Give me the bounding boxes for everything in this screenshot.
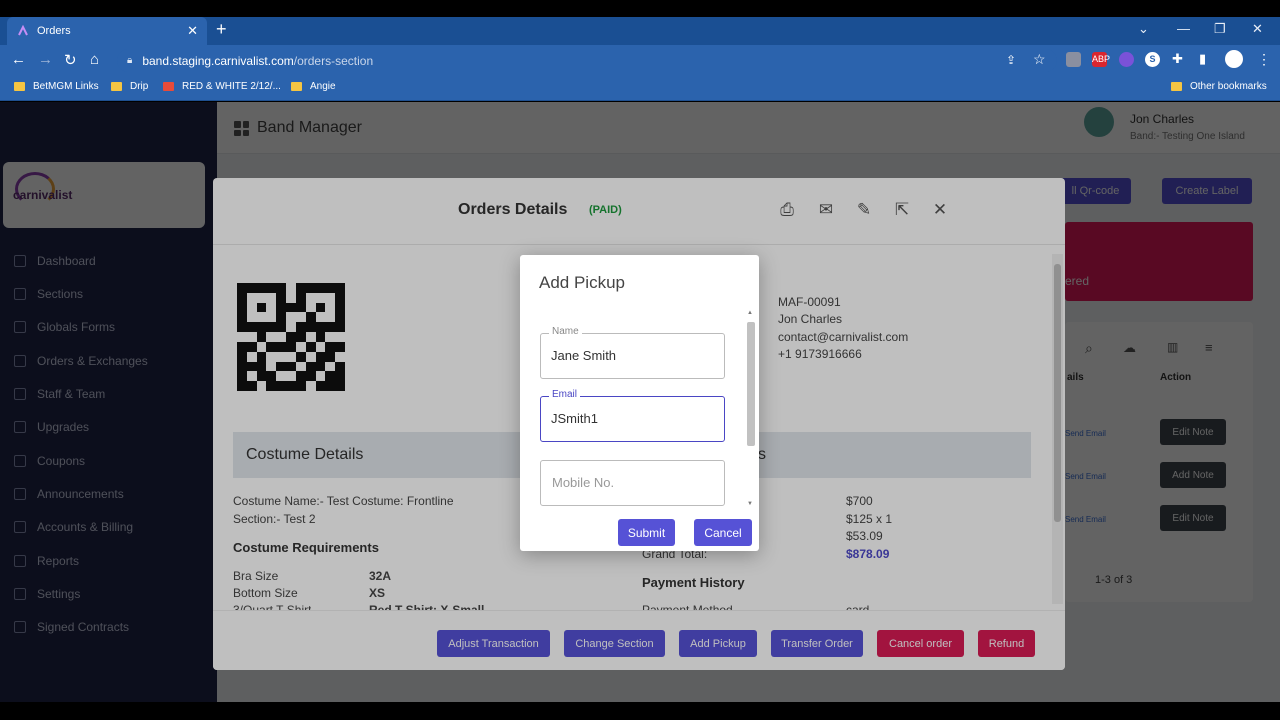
app-page: carnivalist Dashboard Sections Globals F… (0, 102, 1280, 702)
bookmark-red-white[interactable]: RED & WHITE 2/12/... (163, 81, 281, 92)
reload-icon[interactable]: ↻ (64, 51, 77, 69)
email-label: Email (549, 389, 581, 400)
name-field[interactable]: Name Jane Smith (540, 326, 725, 379)
bookmark-image-icon (163, 82, 174, 91)
browser-tab[interactable]: Orders ✕ (7, 17, 207, 45)
folder-icon (1171, 82, 1182, 91)
maximize-icon[interactable]: ❐ (1214, 21, 1226, 37)
mobile-field[interactable]: Mobile No. (540, 460, 725, 506)
add-pickup-dialog: Add Pickup Name Jane Smith Email JSmith1… (520, 255, 759, 551)
folder-icon (14, 82, 25, 91)
bookmark-label: Drip (130, 81, 149, 92)
extension-purple-icon[interactable] (1119, 52, 1134, 67)
forward-icon[interactable]: → (38, 51, 53, 68)
back-icon[interactable]: ← (11, 51, 26, 68)
bookmark-label: RED & WHITE 2/12/... (182, 81, 281, 92)
other-bookmarks[interactable]: Other bookmarks (1171, 81, 1267, 92)
mobile-placeholder: Mobile No. (552, 475, 615, 490)
dialog-title: Add Pickup (539, 273, 625, 292)
url-host: band.staging.carnivalist.com (142, 53, 294, 68)
browser-toolbar: ← → ↻ ⌂ 🔒︎ band.staging.carnivalist.com /… (0, 45, 1280, 76)
submit-button[interactable]: Submit (618, 519, 675, 546)
email-value: JSmith1 (551, 411, 598, 426)
scrollbar-thumb[interactable] (747, 322, 755, 446)
close-tab-icon[interactable]: ✕ (187, 23, 198, 39)
address-bar[interactable]: 🔒︎ band.staging.carnivalist.com/orders-s… (117, 49, 1057, 72)
home-icon[interactable]: ⌂ (90, 51, 99, 68)
name-label: Name (549, 326, 582, 337)
minimize-icon[interactable]: — (1177, 21, 1190, 36)
folder-icon (111, 82, 122, 91)
bookmark-angie[interactable]: Angie (291, 81, 336, 92)
window-close-icon[interactable]: ✕ (1252, 21, 1263, 37)
browser-tabbar: Orders ✕ + ⌄ — ❐ ✕ (0, 17, 1280, 45)
bookmark-star-icon[interactable]: ☆ (1033, 51, 1046, 68)
tab-title: Orders (37, 25, 71, 37)
menu-kebab-icon[interactable]: ⋮ (1257, 51, 1271, 68)
side-panel-icon[interactable]: ▮ (1199, 51, 1206, 67)
extension-s-icon[interactable]: S (1145, 52, 1160, 67)
bookmark-drip[interactable]: Drip (111, 81, 148, 92)
bookmark-betmgm[interactable]: BetMGM Links (14, 81, 99, 92)
email-field[interactable]: Email JSmith1 (540, 389, 725, 442)
name-value: Jane Smith (551, 348, 617, 363)
bookmark-label: Angie (310, 81, 336, 92)
cancel-button[interactable]: Cancel (694, 519, 752, 546)
share-icon[interactable]: ⇪ (1006, 53, 1016, 67)
favicon-icon (17, 24, 29, 37)
adblock-icon[interactable]: ABP (1092, 52, 1110, 67)
scroll-up-icon[interactable]: ▲ (747, 310, 753, 316)
tab-search-icon[interactable]: ⌄ (1138, 21, 1149, 37)
new-tab-icon[interactable]: + (216, 19, 227, 40)
lock-icon: 🔒︎ (127, 55, 133, 66)
dialog-scrollbar[interactable]: ▲ ▼ (746, 310, 756, 510)
url-path: /orders-section (293, 53, 374, 68)
extensions-puzzle-icon[interactable]: ✚ (1172, 51, 1183, 67)
bookmark-label: BetMGM Links (33, 81, 99, 92)
bookmarks-bar: BetMGM Links Drip RED & WHITE 2/12/... A… (0, 76, 1280, 101)
scroll-down-icon[interactable]: ▼ (747, 501, 753, 507)
bookmark-label: Other bookmarks (1190, 81, 1267, 92)
extension-icon[interactable] (1066, 52, 1081, 67)
profile-avatar[interactable] (1225, 50, 1243, 68)
folder-icon (291, 82, 302, 91)
